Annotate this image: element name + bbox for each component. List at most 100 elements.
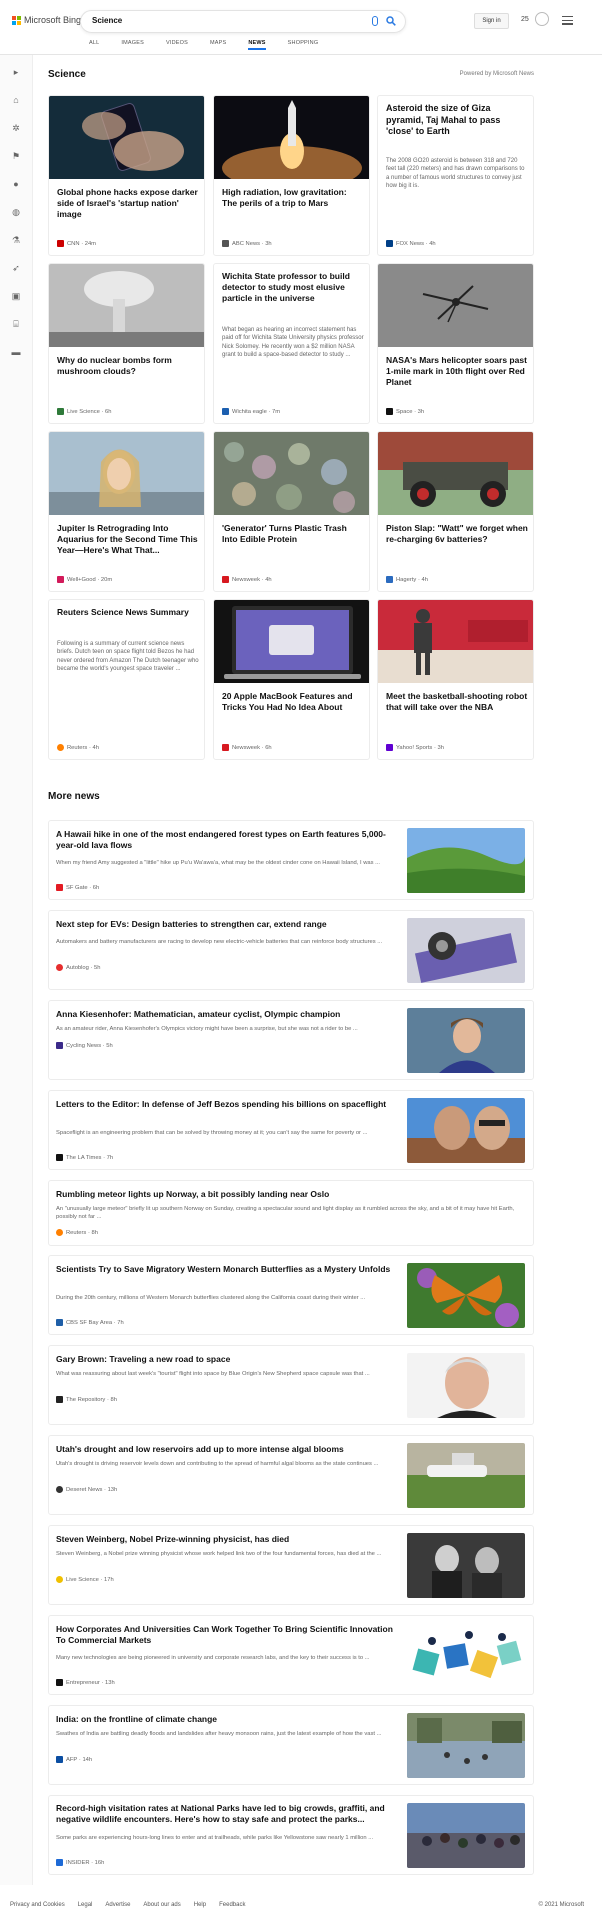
card-title[interactable]: Asteroid the size of Giza pyramid, Taj M… [386,103,528,138]
hamburger-menu-icon[interactable] [562,16,573,27]
news-card[interactable]: Jupiter Is Retrograding Into Aquarius fo… [48,431,205,592]
news-list-item[interactable]: Next step for EVs: Design batteries to s… [48,910,534,990]
item-source: Deseret News · 13h [56,1486,117,1493]
card-title[interactable]: Why do nuclear bombs form mushroom cloud… [57,355,199,377]
card-image [214,600,369,683]
news-card[interactable]: High radiation, low gravitation: The per… [213,95,370,256]
card-icon[interactable]: ▬ [11,347,21,357]
card-source: Well+Good · 20m [57,576,112,583]
item-title[interactable]: Next step for EVs: Design batteries to s… [56,919,403,930]
news-list-item[interactable]: Anna Kiesenhofer: Mathematician, amateur… [48,1000,534,1080]
item-title[interactable]: Rumbling meteor lights up Norway, a bit … [56,1189,526,1200]
news-card[interactable]: Meet the basketball-shooting robot that … [377,599,534,760]
news-list-item[interactable]: Record-high visitation rates at National… [48,1795,534,1875]
news-card[interactable]: Why do nuclear bombs form mushroom cloud… [48,263,205,424]
tab-shopping[interactable]: SHOPPING [288,40,319,50]
source-time: · 7h [113,1319,124,1326]
tab-all[interactable]: ALL [89,40,99,50]
card-title[interactable]: Wichita State professor to build detecto… [222,271,364,304]
item-title[interactable]: A Hawaii hike in one of the most endange… [56,829,403,852]
science-icon[interactable]: ✲ [11,123,21,133]
source-name: Space [396,408,413,415]
home-icon[interactable]: ⌂ [11,95,21,105]
logo-text: Microsoft Bing [24,15,82,25]
tab-maps[interactable]: MAPS [210,40,226,50]
card-title[interactable]: 20 Apple MacBook Features and Tricks You… [222,691,364,713]
news-card[interactable]: Reuters Science News Summary Following i… [48,599,205,760]
microphone-icon[interactable] [372,16,378,26]
location-pin-icon[interactable]: ● [11,179,21,189]
search-input[interactable]: Science [92,16,122,25]
tab-news[interactable]: NEWS [248,40,266,50]
card-title[interactable]: Piston Slap: "Watt" we forget when re-ch… [386,523,528,545]
rewards-count[interactable]: 25 [521,16,529,23]
news-card[interactable]: NASA's Mars helicopter soars past 1-mile… [377,263,534,424]
card-image [378,432,533,515]
footer-link-feedback[interactable]: Feedback [219,1902,245,1908]
card-title[interactable]: Jupiter Is Retrograding Into Aquarius fo… [57,523,199,556]
card-title[interactable]: 'Generator' Turns Plastic Trash Into Edi… [222,523,364,545]
footer-link-help[interactable]: Help [194,1902,206,1908]
flag-icon[interactable]: ⚑ [11,151,21,161]
expand-arrow-icon[interactable]: ▸ [11,67,21,77]
source-name: Autoblog [66,964,89,971]
sign-in-button[interactable]: Sign in [474,13,509,29]
item-title[interactable]: Record-high visitation rates at National… [56,1803,403,1826]
news-list-item[interactable]: A Hawaii hike in one of the most endange… [48,820,534,900]
item-title[interactable]: India: on the frontline of climate chang… [56,1714,403,1725]
search-icon[interactable] [386,16,396,26]
item-title[interactable]: Gary Brown: Traveling a new road to spac… [56,1354,403,1365]
card-source: FOX News · 4h [386,240,436,247]
card-title[interactable]: NASA's Mars helicopter soars past 1-mile… [386,355,528,388]
item-title[interactable]: Letters to the Editor: In defense of Jef… [56,1099,403,1110]
item-title[interactable]: How Corporates And Universities Can Work… [56,1624,403,1647]
source-time: · 20m [97,576,113,583]
item-title[interactable]: Anna Kiesenhofer: Mathematician, amateur… [56,1009,403,1020]
footer-link-about-ads[interactable]: About our ads [143,1902,180,1908]
card-title[interactable]: Global phone hacks expose darker side of… [57,187,199,220]
card-title[interactable]: Reuters Science News Summary [57,607,199,618]
tab-images[interactable]: IMAGES [121,40,144,50]
rocket-icon[interactable]: ➶ [11,263,21,273]
item-title[interactable]: Steven Weinberg, Nobel Prize-winning phy… [56,1534,403,1545]
footer-link-advertise[interactable]: Advertise [105,1902,130,1908]
bing-logo[interactable]: Microsoft Bing [12,15,81,25]
flask-icon[interactable]: ⚗ [11,235,21,245]
news-card[interactable]: 'Generator' Turns Plastic Trash Into Edi… [213,431,370,592]
source-name: Deseret News [66,1486,103,1493]
source-name: Newsweek [232,744,261,751]
rewards-medal-icon[interactable] [535,12,549,26]
source-time: · 4h [261,576,272,583]
news-list-item[interactable]: Steven Weinberg, Nobel Prize-winning phy… [48,1525,534,1605]
news-list-item[interactable]: Letters to the Editor: In defense of Jef… [48,1090,534,1170]
news-card[interactable]: 20 Apple MacBook Features and Tricks You… [213,599,370,760]
footer-link-legal[interactable]: Legal [78,1902,93,1908]
hagerty-logo-icon [386,576,393,583]
news-card[interactable]: Piston Slap: "Watt" we forget when re-ch… [377,431,534,592]
space-logo-icon [386,408,393,415]
powered-by[interactable]: Powered by Microsoft News [460,71,534,77]
footer-link-privacy[interactable]: Privacy and Cookies [10,1902,65,1908]
card-title[interactable]: Meet the basketball-shooting robot that … [386,691,528,713]
source-name: The Repository [66,1396,106,1403]
search-box[interactable]: Science [80,10,406,33]
item-source: The LA Times · 7h [56,1154,113,1161]
yahoo-logo-icon [386,744,393,751]
bank-icon[interactable]: ⌸ [11,319,21,329]
news-list-item[interactable]: Utah's drought and low reservoirs add up… [48,1435,534,1515]
news-list-item[interactable]: Gary Brown: Traveling a new road to spac… [48,1345,534,1425]
film-icon[interactable]: ▣ [11,291,21,301]
news-card[interactable]: Asteroid the size of Giza pyramid, Taj M… [377,95,534,256]
news-list-item[interactable]: India: on the frontline of climate chang… [48,1705,534,1785]
news-list-item[interactable]: How Corporates And Universities Can Work… [48,1615,534,1695]
tab-videos[interactable]: VIDEOS [166,40,188,50]
news-list-item[interactable]: Scientists Try to Save Migratory Western… [48,1255,534,1335]
item-title[interactable]: Utah's drought and low reservoirs add up… [56,1444,403,1455]
news-card[interactable]: Global phone hacks expose darker side of… [48,95,205,256]
card-title[interactable]: High radiation, low gravitation: The per… [222,187,364,209]
source-time: · 7h [103,1154,114,1161]
item-title[interactable]: Scientists Try to Save Migratory Western… [56,1264,403,1275]
news-list-item[interactable]: Rumbling meteor lights up Norway, a bit … [48,1180,534,1246]
news-card[interactable]: Wichita State professor to build detecto… [213,263,370,424]
globe-icon[interactable]: ◍ [11,207,21,217]
